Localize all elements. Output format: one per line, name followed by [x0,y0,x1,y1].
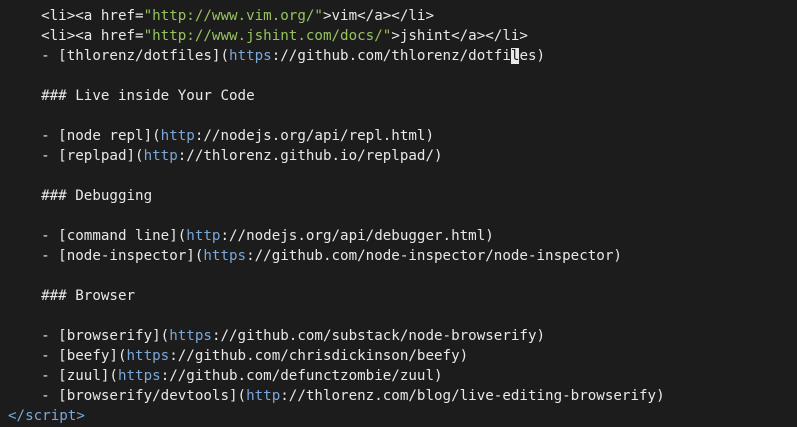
code-token: - [node repl]( [24,128,161,144]
code-token: https [117,368,161,384]
code-line-2[interactable]: <li><a href="http://www.jshint.com/docs/… [24,26,528,46]
code-token: ://github.com/defunctzombie/zuul) [160,368,443,384]
code-token: http [246,388,281,404]
code-token: script [25,408,77,424]
code-token: <li><a href= [24,28,144,44]
code-token: ://nodejs.org/api/debugger.html) [220,228,494,244]
code-token: - [browserify]( [24,328,170,344]
code-token: ### Debugging [24,188,153,204]
code-line-10[interactable]: ### Debugging [24,186,152,206]
code-token: http [160,128,195,144]
code-token: https [126,348,170,364]
code-token: ://github.com/chrisdickinson/beefy) [169,348,469,364]
code-line-13[interactable]: - [node-inspector](https://github.com/no… [24,246,622,266]
code-token: ### Browser [24,288,136,304]
code-token: >vim</a></li> [322,8,435,24]
code-token: http [143,148,178,164]
code-token: - [thlorenz/dotfiles]( [24,48,229,64]
code-line-21[interactable]: </script> [8,406,85,426]
code-line-18[interactable]: - [beefy](https://github.com/chrisdickin… [24,346,468,366]
code-token: </ [8,408,26,424]
code-token: >jshint</a></li> [391,28,528,44]
code-line-12[interactable]: - [command line](http://nodejs.org/api/d… [24,226,494,246]
code-editor[interactable]: <li><a href="http://www.vim.org/">vim</a… [0,0,797,427]
code-line-20[interactable]: - [browserify/devtools](http://thlorenz.… [24,386,665,406]
code-token: ://nodejs.org/api/repl.html) [194,128,435,144]
code-token: ://thlorenz.com/blog/live-editing-browse… [280,388,665,404]
code-line-15[interactable]: ### Browser [24,286,135,306]
code-token: > [76,408,85,424]
code-token: ://thlorenz.github.io/replpad/) [177,148,443,164]
code-line-17[interactable]: - [browserify](https://github.com/substa… [24,326,545,346]
code-token: - [command line]( [24,228,187,244]
code-line-1[interactable]: <li><a href="http://www.vim.org/">vim</a… [24,6,434,26]
code-token: http [186,228,221,244]
code-line-3[interactable]: - [thlorenz/dotfiles](https://github.com… [24,46,545,66]
code-token: - [node-inspector]( [24,248,204,264]
code-line-5[interactable]: ### Live inside Your Code [24,86,255,106]
code-token: "http://www.vim.org/" [143,8,323,24]
code-token: https [229,48,272,64]
code-token: - [browserify/devtools]( [24,388,247,404]
code-token: https [169,328,212,344]
code-token: "http://www.jshint.com/docs/" [143,28,392,44]
code-line-7[interactable]: - [node repl](http://nodejs.org/api/repl… [24,126,434,146]
code-line-8[interactable]: - [replpad](http://thlorenz.github.io/re… [24,146,443,166]
code-token: <li><a href= [24,8,144,24]
code-token: - [replpad]( [24,148,144,164]
code-token: es) [519,48,546,64]
code-token: ### Live inside Your Code [24,88,255,104]
code-token: - [beefy]( [24,348,127,364]
code-token: https [203,248,247,264]
code-line-19[interactable]: - [zuul](https://github.com/defunctzombi… [24,366,443,386]
code-token: ://github.com/thlorenz/dotfi [271,48,511,64]
code-token: - [zuul]( [24,368,118,384]
code-token: ://github.com/substack/node-browserify) [211,328,546,344]
code-token: ://github.com/node-inspector/node-inspec… [246,248,622,264]
